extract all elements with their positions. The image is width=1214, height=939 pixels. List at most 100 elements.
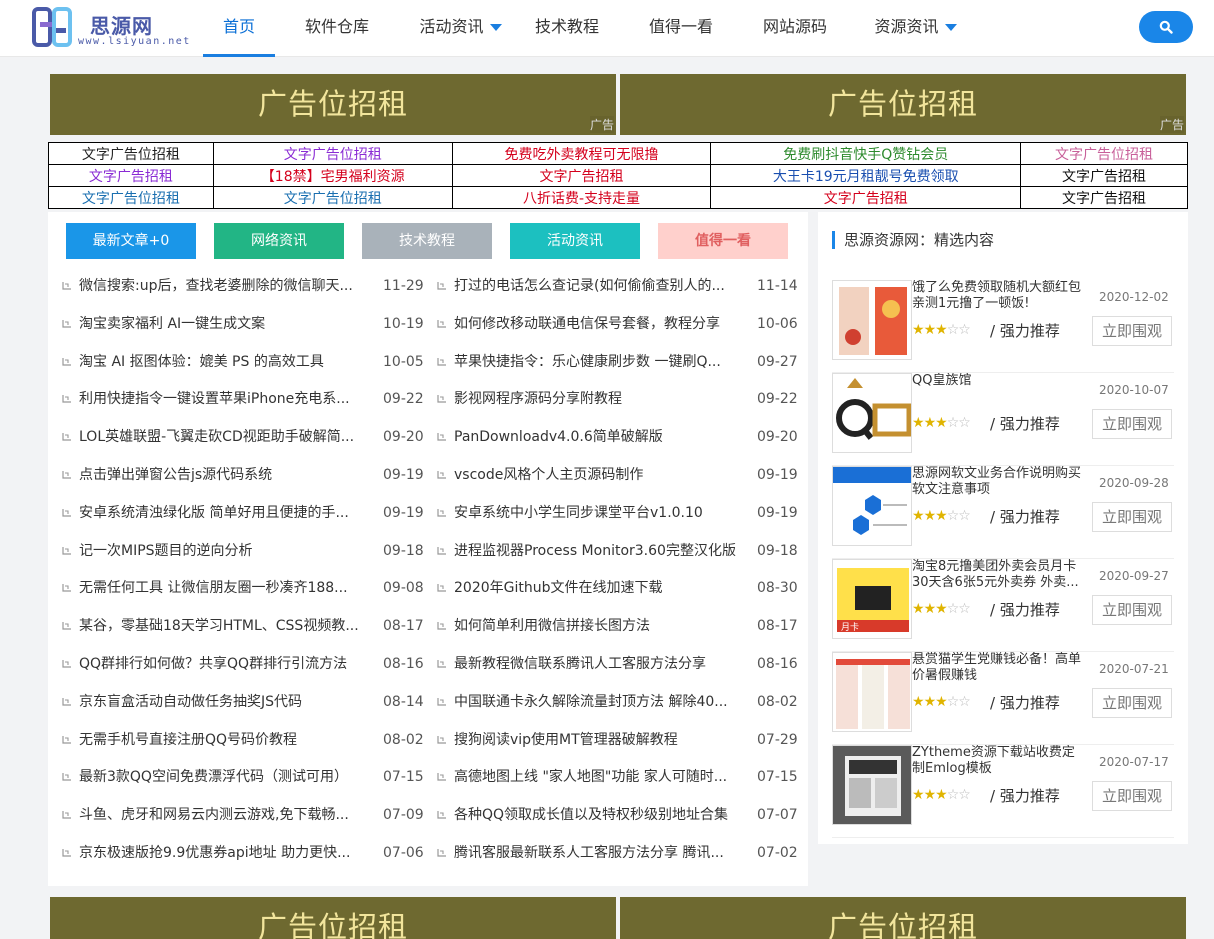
post-row[interactable]: 最新3款QQ空间免费漂浮代码（测试可用） 07-15 [62,758,424,796]
featured-title[interactable]: QQ皇族馆 [912,373,1087,389]
featured-title[interactable]: 饿了么免费领取随机大额红包 亲测1元撸了一顿饭! [912,280,1087,312]
post-title[interactable]: 打过的电话怎么查记录(如何偷偷查别人的... [454,267,748,305]
nav-item-software[interactable]: 软件仓库 [302,0,372,57]
text-ad-link[interactable]: 文字广告招租 [451,164,712,187]
tab-activity-news[interactable]: 活动资讯 [510,223,640,259]
featured-title[interactable]: 悬赏猫学生党赚钱必备！高单价暑假赚钱 [912,652,1087,684]
text-ad-link[interactable]: 文字广告位招租 [48,142,214,165]
post-row[interactable]: 腾讯客服最新联系人工客服方法分享 腾讯... 07-02 [437,834,798,872]
featured-thumbnail[interactable] [832,373,912,453]
post-title[interactable]: 进程监视器Process Monitor3.60完整汉化版 [454,532,748,570]
post-row[interactable]: LOL英雄联盟-飞翼走砍CD视距助手破解简... 09-20 [62,418,424,456]
nav-item-home[interactable]: 首页 [203,0,275,57]
post-title[interactable]: 利用快捷指令一键设置苹果iPhone充电系... [79,380,369,418]
post-row[interactable]: 点击弹出弹窗公告js源代码系统 09-19 [62,456,424,494]
post-title[interactable]: 如何简单利用微信拼接长图方法 [454,607,748,645]
text-ad-link[interactable]: 文字广告位招租 [212,142,453,165]
post-title[interactable]: QQ群排行如何做？共享QQ群排行引流方法 [79,645,369,683]
post-row[interactable]: 高德地图上线 "家人地图"功能 家人可随时... 07-15 [437,758,798,796]
view-now-button[interactable]: 立即围观 [1092,595,1172,625]
post-row[interactable]: 苹果快捷指令：乐心健康刷步数 一键刷Q... 09-27 [437,343,798,381]
featured-thumbnail[interactable] [832,466,912,546]
post-row[interactable]: 斗鱼、虎牙和网易云内测云游戏,免下载畅... 07-09 [62,796,424,834]
post-row[interactable]: 各种QQ领取成长值以及特权秒级别地址合集 07-07 [437,796,798,834]
nav-item-activity[interactable]: 活动资讯 [418,0,503,57]
post-title[interactable]: 淘宝卖家福利 AI一键生成文案 [79,305,369,343]
featured-thumbnail[interactable] [832,652,912,732]
featured-thumbnail[interactable] [832,280,912,360]
view-now-button[interactable]: 立即围观 [1092,502,1172,532]
text-ad-link[interactable]: 文字广告位招租 [1020,142,1188,165]
post-title[interactable]: 中国联通卡永久解除流量封顶方法 解除40... [454,683,748,721]
nav-item-source[interactable]: 网站源码 [760,0,830,57]
featured-item[interactable]: 思源网软文业务合作说明购买软文注意事项 2020-09-28 ★★★☆☆ / 强力推荐… [832,466,1174,559]
post-row[interactable]: 无需任何工具 让微信朋友圈一秒凑齐188... 09-08 [62,569,424,607]
post-title[interactable]: 影视网程序源码分享附教程 [454,380,748,418]
post-title[interactable]: 微信搜索:up后，查找老婆删除的微信聊天... [79,267,369,305]
view-now-button[interactable]: 立即围观 [1092,316,1172,346]
featured-title[interactable]: 淘宝8元撸美团外卖会员月卡30天含6张5元外卖券 外卖... [912,559,1087,591]
post-title[interactable]: 各种QQ领取成长值以及特权秒级别地址合集 [454,796,748,834]
text-ad-link[interactable]: 八折话费-支持走量 [451,186,712,209]
view-now-button[interactable]: 立即围观 [1092,781,1172,811]
post-row[interactable]: 微信搜索:up后，查找老婆删除的微信聊天... 11-29 [62,267,424,305]
post-row[interactable]: vscode风格个人主页源码制作 09-19 [437,456,798,494]
post-title[interactable]: 搜狗阅读vip使用MT管理器破解教程 [454,721,748,759]
text-ad-link[interactable]: 大王卡19元月租靓号免费领取 [710,164,1022,187]
post-row[interactable]: 安卓系统清浊绿化版 简单好用且便捷的手... 09-19 [62,494,424,532]
ad-banner-top-left[interactable]: 广告位招租 广告 [50,74,616,135]
tab-worth-reading[interactable]: 值得一看 [658,223,788,259]
post-title[interactable]: LOL英雄联盟-飞翼走砍CD视距助手破解简... [79,418,369,456]
text-ad-link[interactable]: 文字广告招租 [710,186,1022,209]
post-row[interactable]: 安卓系统中小学生同步课堂平台v1.0.10 09-19 [437,494,798,532]
featured-item[interactable]: ZYtheme资源下载站收费定制Emlog模板 2020-07-17 ★★★☆☆ / … [832,745,1174,838]
post-title[interactable]: 点击弹出弹窗公告js源代码系统 [79,456,369,494]
tab-network-news[interactable]: 网络资讯 [214,223,344,259]
post-row[interactable]: 淘宝卖家福利 AI一键生成文案 10-19 [62,305,424,343]
tab-latest[interactable]: 最新文章+0 [66,223,196,259]
post-title[interactable]: vscode风格个人主页源码制作 [454,456,748,494]
post-row[interactable]: 某谷，零基础18天学习HTML、CSS视频教... 08-17 [62,607,424,645]
post-title[interactable]: 高德地图上线 "家人地图"功能 家人可随时... [454,758,748,796]
post-title[interactable]: PanDownloadv4.0.6简单破解版 [454,418,748,456]
post-row[interactable]: 记一次MIPS题目的逆向分析 09-18 [62,532,424,570]
text-ad-link[interactable]: 免费吃外卖教程可无限撸 [451,142,712,165]
text-ad-link[interactable]: 文字广告招租 [1020,186,1188,209]
text-ad-link[interactable]: 文字广告位招租 [48,186,214,209]
nav-item-worth[interactable]: 值得一看 [646,0,716,57]
featured-item[interactable]: 月卡 淘宝8元撸美团外卖会员月卡30天含6张5元外卖券 外卖... 2020-09-… [832,559,1174,652]
post-row[interactable]: QQ群排行如何做？共享QQ群排行引流方法 08-16 [62,645,424,683]
ad-banner-top-right[interactable]: 广告位招租 广告 [620,74,1186,135]
post-row[interactable]: 如何简单利用微信拼接长图方法 08-17 [437,607,798,645]
nav-item-resources[interactable]: 资源资讯 [873,0,958,57]
post-title[interactable]: 无需手机号直接注册QQ号码价教程 [79,721,369,759]
post-title[interactable]: 最新3款QQ空间免费漂浮代码（测试可用） [79,758,369,796]
post-title[interactable]: 腾讯客服最新联系人工客服方法分享 腾讯... [454,834,748,872]
post-row[interactable]: 影视网程序源码分享附教程 09-22 [437,380,798,418]
post-row[interactable]: 搜狗阅读vip使用MT管理器破解教程 07-29 [437,721,798,759]
post-title[interactable]: 斗鱼、虎牙和网易云内测云游戏,免下载畅... [79,796,369,834]
tab-tech-tutorial[interactable]: 技术教程 [362,223,492,259]
post-row[interactable]: 2020年Github文件在线加速下载 08-30 [437,569,798,607]
post-title[interactable]: 苹果快捷指令：乐心健康刷步数 一键刷Q... [454,343,748,381]
post-row[interactable]: 利用快捷指令一键设置苹果iPhone充电系... 09-22 [62,380,424,418]
ad-banner-bottom-right[interactable]: 广告位招租 [620,897,1186,939]
featured-item[interactable]: 饿了么免费领取随机大额红包 亲测1元撸了一顿饭! 2020-12-02 ★★★☆☆ /… [832,280,1174,373]
post-row[interactable]: 最新教程微信联系腾讯人工客服方法分享 08-16 [437,645,798,683]
search-button[interactable] [1139,11,1193,43]
post-title[interactable]: 2020年Github文件在线加速下载 [454,569,748,607]
site-logo[interactable]: 思源网 www.lsiyuan.net [32,6,197,52]
featured-title[interactable]: 思源网软文业务合作说明购买软文注意事项 [912,466,1087,498]
featured-thumbnail[interactable]: 月卡 [832,559,912,639]
post-row[interactable]: 淘宝 AI 抠图体验：媲美 PS 的高效工具 10-05 [62,343,424,381]
post-row[interactable]: 进程监视器Process Monitor3.60完整汉化版 09-18 [437,532,798,570]
post-title[interactable]: 淘宝 AI 抠图体验：媲美 PS 的高效工具 [79,343,369,381]
post-title[interactable]: 记一次MIPS题目的逆向分析 [79,532,369,570]
text-ad-link[interactable]: 文字广告招租 [48,164,214,187]
post-title[interactable]: 如何修改移动联通电信保号套餐，教程分享 [454,305,748,343]
post-title[interactable]: 某谷，零基础18天学习HTML、CSS视频教... [79,607,369,645]
post-row[interactable]: 如何修改移动联通电信保号套餐，教程分享 10-06 [437,305,798,343]
featured-thumbnail[interactable] [832,745,912,825]
post-row[interactable]: 中国联通卡永久解除流量封顶方法 解除40... 08-02 [437,683,798,721]
post-row[interactable]: PanDownloadv4.0.6简单破解版 09-20 [437,418,798,456]
